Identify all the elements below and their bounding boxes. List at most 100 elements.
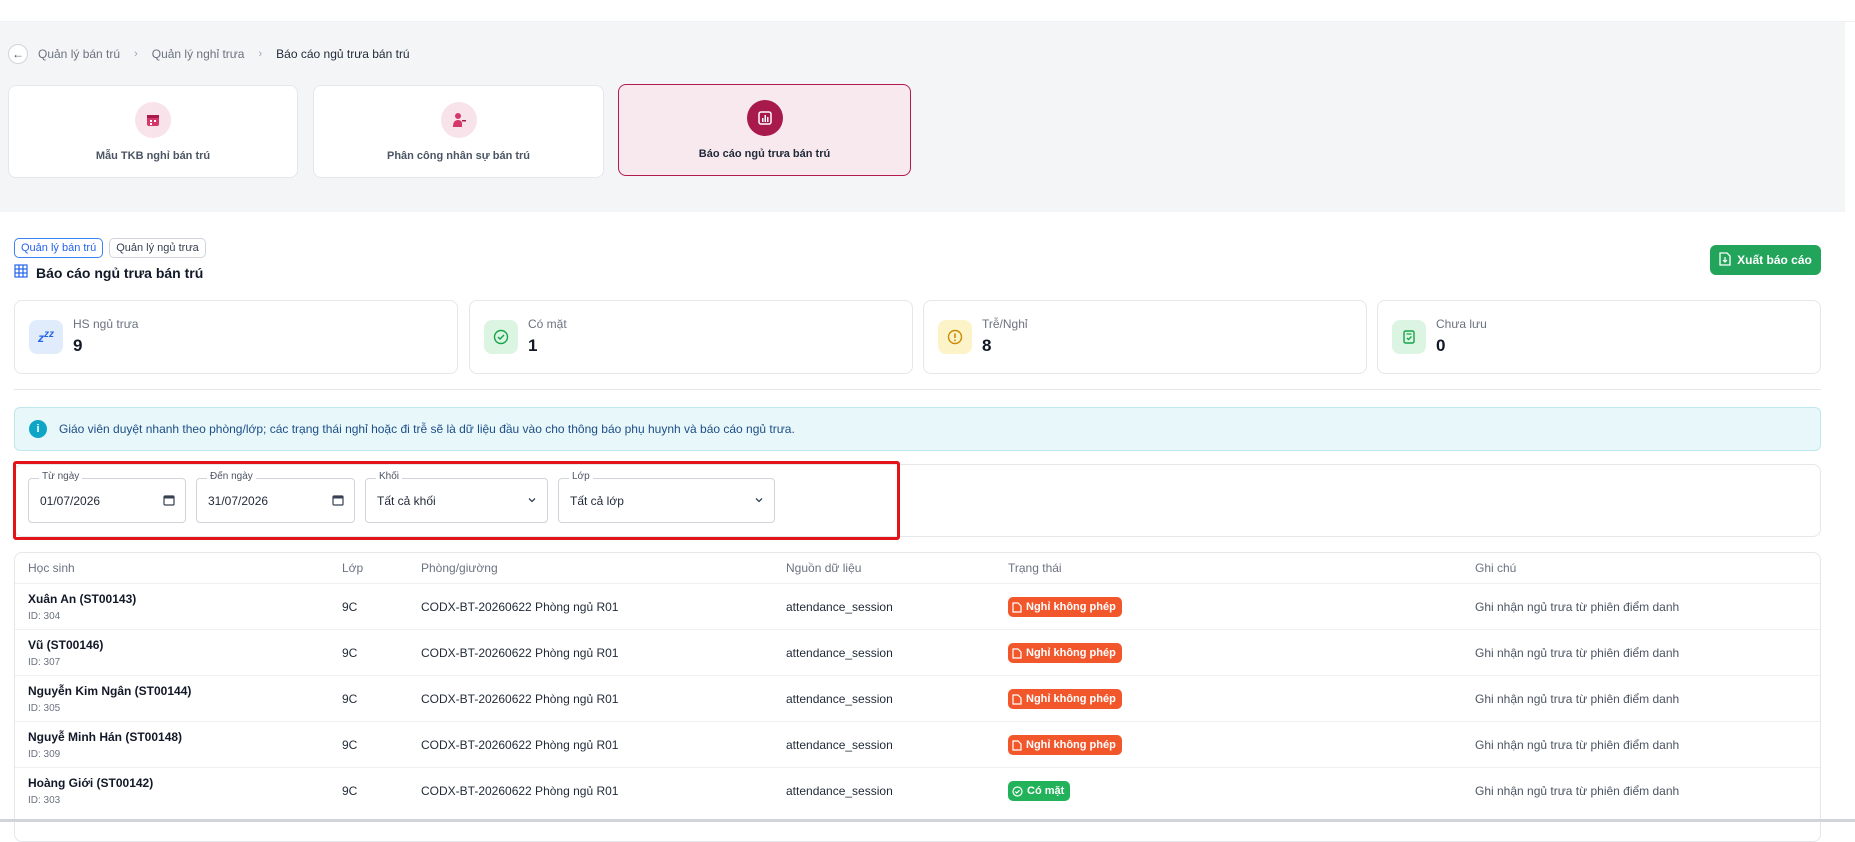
document-icon bbox=[1012, 601, 1022, 613]
warning-circle-icon bbox=[938, 320, 972, 354]
status-badge: Nghỉ không phép bbox=[1008, 643, 1122, 663]
source-cell: attendance_session bbox=[786, 646, 893, 660]
check-circle-icon bbox=[484, 320, 518, 354]
divider bbox=[14, 389, 1821, 390]
module-card-staff[interactable]: Phân công nhân sự bán trú bbox=[313, 85, 604, 178]
calendar-icon bbox=[135, 101, 171, 138]
room-cell: CODX-BT-20260622 Phòng ngủ R01 bbox=[421, 784, 619, 798]
tag-ngu-trua[interactable]: Quản lý ngủ trưa bbox=[109, 238, 206, 258]
note-cell: Ghi nhận ngủ trưa từ phiên điểm danh bbox=[1475, 784, 1680, 798]
status-badge: Nghỉ không phép bbox=[1008, 597, 1122, 617]
stat-value: 8 bbox=[982, 336, 992, 355]
status-text: Nghỉ không phép bbox=[1026, 739, 1116, 751]
student-name: Hoàng Giới (ST00142) bbox=[28, 776, 154, 790]
table-row[interactable]: Vũ (ST00146) ID: 307 9C CODX-BT-20260622… bbox=[15, 629, 1820, 675]
stat-value: 0 bbox=[1436, 336, 1446, 355]
student-name: Vũ (ST00146) bbox=[28, 638, 104, 652]
export-label: Xuất báo cáo bbox=[1737, 253, 1812, 267]
source-cell: attendance_session bbox=[786, 600, 893, 614]
stat-label: Chưa lưu bbox=[1436, 317, 1487, 331]
student-id: ID: 305 bbox=[28, 703, 61, 714]
note-cell: Ghi nhận ngủ trưa từ phiên điểm danh bbox=[1475, 646, 1680, 660]
student-id: ID: 309 bbox=[28, 749, 61, 760]
status-badge: Có mặt bbox=[1008, 781, 1071, 801]
chevron-right-icon: › bbox=[134, 48, 138, 60]
col-header-note: Ghi chú bbox=[1475, 561, 1517, 575]
col-header-room: Phòng/giường bbox=[421, 561, 498, 575]
info-banner: i Giáo viên duyệt nhanh theo phòng/lớp; … bbox=[14, 407, 1821, 451]
module-label: Mẫu TKB nghỉ bán trú bbox=[95, 149, 211, 162]
table-row[interactable]: Xuân An (ST00143) ID: 304 9C CODX-BT-202… bbox=[15, 583, 1820, 629]
col-header-status: Trạng thái bbox=[1008, 561, 1062, 575]
report-chart-icon bbox=[746, 100, 783, 136]
filter-highlight-box bbox=[13, 461, 900, 540]
col-header-class: Lớp bbox=[342, 561, 364, 575]
student-id: ID: 303 bbox=[28, 795, 61, 806]
stat-card-late-absent: Trễ/Nghỉ 8 bbox=[923, 300, 1367, 374]
breadcrumb-current: Báo cáo ngủ trưa bán trú bbox=[276, 47, 410, 61]
table-grid-icon bbox=[14, 264, 28, 281]
source-cell: attendance_session bbox=[786, 784, 893, 798]
check-circle-icon bbox=[1012, 785, 1023, 797]
student-id: ID: 304 bbox=[28, 611, 61, 622]
sleep-zzz-icon: zzz bbox=[29, 320, 63, 354]
col-header-student: Học sinh bbox=[28, 561, 75, 575]
stat-card-sleeping: zzz HS ngủ trưa 9 bbox=[14, 300, 458, 374]
table-row[interactable]: Nguyễ Minh Hán (ST00148) ID: 309 9C CODX… bbox=[15, 721, 1820, 767]
stat-card-unsaved: Chưa lưu 0 bbox=[1377, 300, 1821, 374]
export-report-button[interactable]: Xuất báo cáo bbox=[1710, 245, 1821, 275]
back-arrow-icon[interactable]: ← bbox=[8, 44, 28, 64]
document-icon bbox=[1012, 693, 1022, 705]
table-row[interactable]: Nguyễn Kim Ngân (ST00144) ID: 305 9C COD… bbox=[15, 675, 1820, 721]
document-icon bbox=[1012, 739, 1022, 751]
class-cell: 9C bbox=[342, 600, 358, 614]
context-tags: Quản lý bán trú Quản lý ngủ trưa bbox=[14, 238, 206, 258]
stat-value: 9 bbox=[73, 336, 83, 355]
room-cell: CODX-BT-20260622 Phòng ngủ R01 bbox=[421, 738, 619, 752]
status-text: Có mặt bbox=[1027, 785, 1065, 797]
module-label: Phân công nhân sự bán trú bbox=[386, 149, 531, 162]
student-id: ID: 307 bbox=[28, 657, 61, 668]
student-name: Xuân An (ST00143) bbox=[28, 592, 137, 606]
student-name: Nguyễ Minh Hán (ST00148) bbox=[28, 730, 183, 744]
module-card-report[interactable]: Báo cáo ngủ trưa bán trú bbox=[618, 84, 911, 176]
source-cell: attendance_session bbox=[786, 738, 893, 752]
tag-ban-tru[interactable]: Quản lý bán trú bbox=[14, 238, 104, 258]
chevron-right-icon: › bbox=[258, 48, 263, 60]
stat-label: Trễ/Nghỉ bbox=[982, 317, 1028, 331]
status-text: Nghỉ không phép bbox=[1026, 693, 1116, 705]
top-bar bbox=[0, 0, 1855, 22]
table-row[interactable]: Hoàng Giới (ST00142) ID: 303 9C CODX-BT-… bbox=[15, 767, 1820, 813]
module-card-tkb[interactable]: Mẫu TKB nghỉ bán trú bbox=[8, 85, 298, 178]
status-badge: Nghỉ không phép bbox=[1008, 735, 1122, 755]
stat-value: 1 bbox=[528, 336, 538, 355]
class-cell: 9C bbox=[342, 784, 358, 798]
status-text: Nghỉ không phép bbox=[1026, 601, 1116, 613]
unsaved-doc-icon bbox=[1392, 320, 1426, 354]
room-cell: CODX-BT-20260622 Phòng ngủ R01 bbox=[421, 692, 619, 706]
page-title-text: Báo cáo ngủ trưa bán trú bbox=[36, 264, 204, 281]
file-export-icon bbox=[1719, 251, 1731, 269]
room-cell: CODX-BT-20260622 Phòng ngủ R01 bbox=[421, 600, 619, 614]
status-badge: Nghỉ không phép bbox=[1008, 689, 1122, 709]
class-cell: 9C bbox=[342, 646, 358, 660]
student-name: Nguyễn Kim Ngân (ST00144) bbox=[28, 684, 192, 698]
col-header-source: Nguồn dữ liệu bbox=[786, 561, 862, 575]
stat-label: Có mặt bbox=[528, 317, 567, 331]
breadcrumb: ← Quản lý bán trú › Quản lý nghỉ trưa › … bbox=[8, 44, 410, 64]
room-cell: CODX-BT-20260622 Phòng ngủ R01 bbox=[421, 646, 619, 660]
info-icon: i bbox=[29, 420, 47, 438]
page-title: Báo cáo ngủ trưa bán trú bbox=[14, 264, 203, 281]
module-label: Báo cáo ngủ trưa bán trú bbox=[698, 148, 831, 160]
note-cell: Ghi nhận ngủ trưa từ phiên điểm danh bbox=[1475, 692, 1680, 706]
document-icon bbox=[1012, 647, 1022, 659]
source-cell: attendance_session bbox=[786, 692, 893, 706]
status-text: Nghỉ không phép bbox=[1026, 647, 1116, 659]
breadcrumb-item-2[interactable]: Quản lý nghỉ trưa bbox=[152, 47, 245, 61]
stat-card-present: Có mặt 1 bbox=[469, 300, 913, 374]
class-cell: 9C bbox=[342, 738, 358, 752]
stat-label: HS ngủ trưa bbox=[73, 317, 139, 331]
note-cell: Ghi nhận ngủ trưa từ phiên điểm danh bbox=[1475, 600, 1680, 614]
class-cell: 9C bbox=[342, 692, 358, 706]
breadcrumb-item-1[interactable]: Quản lý bán trú bbox=[38, 47, 120, 61]
